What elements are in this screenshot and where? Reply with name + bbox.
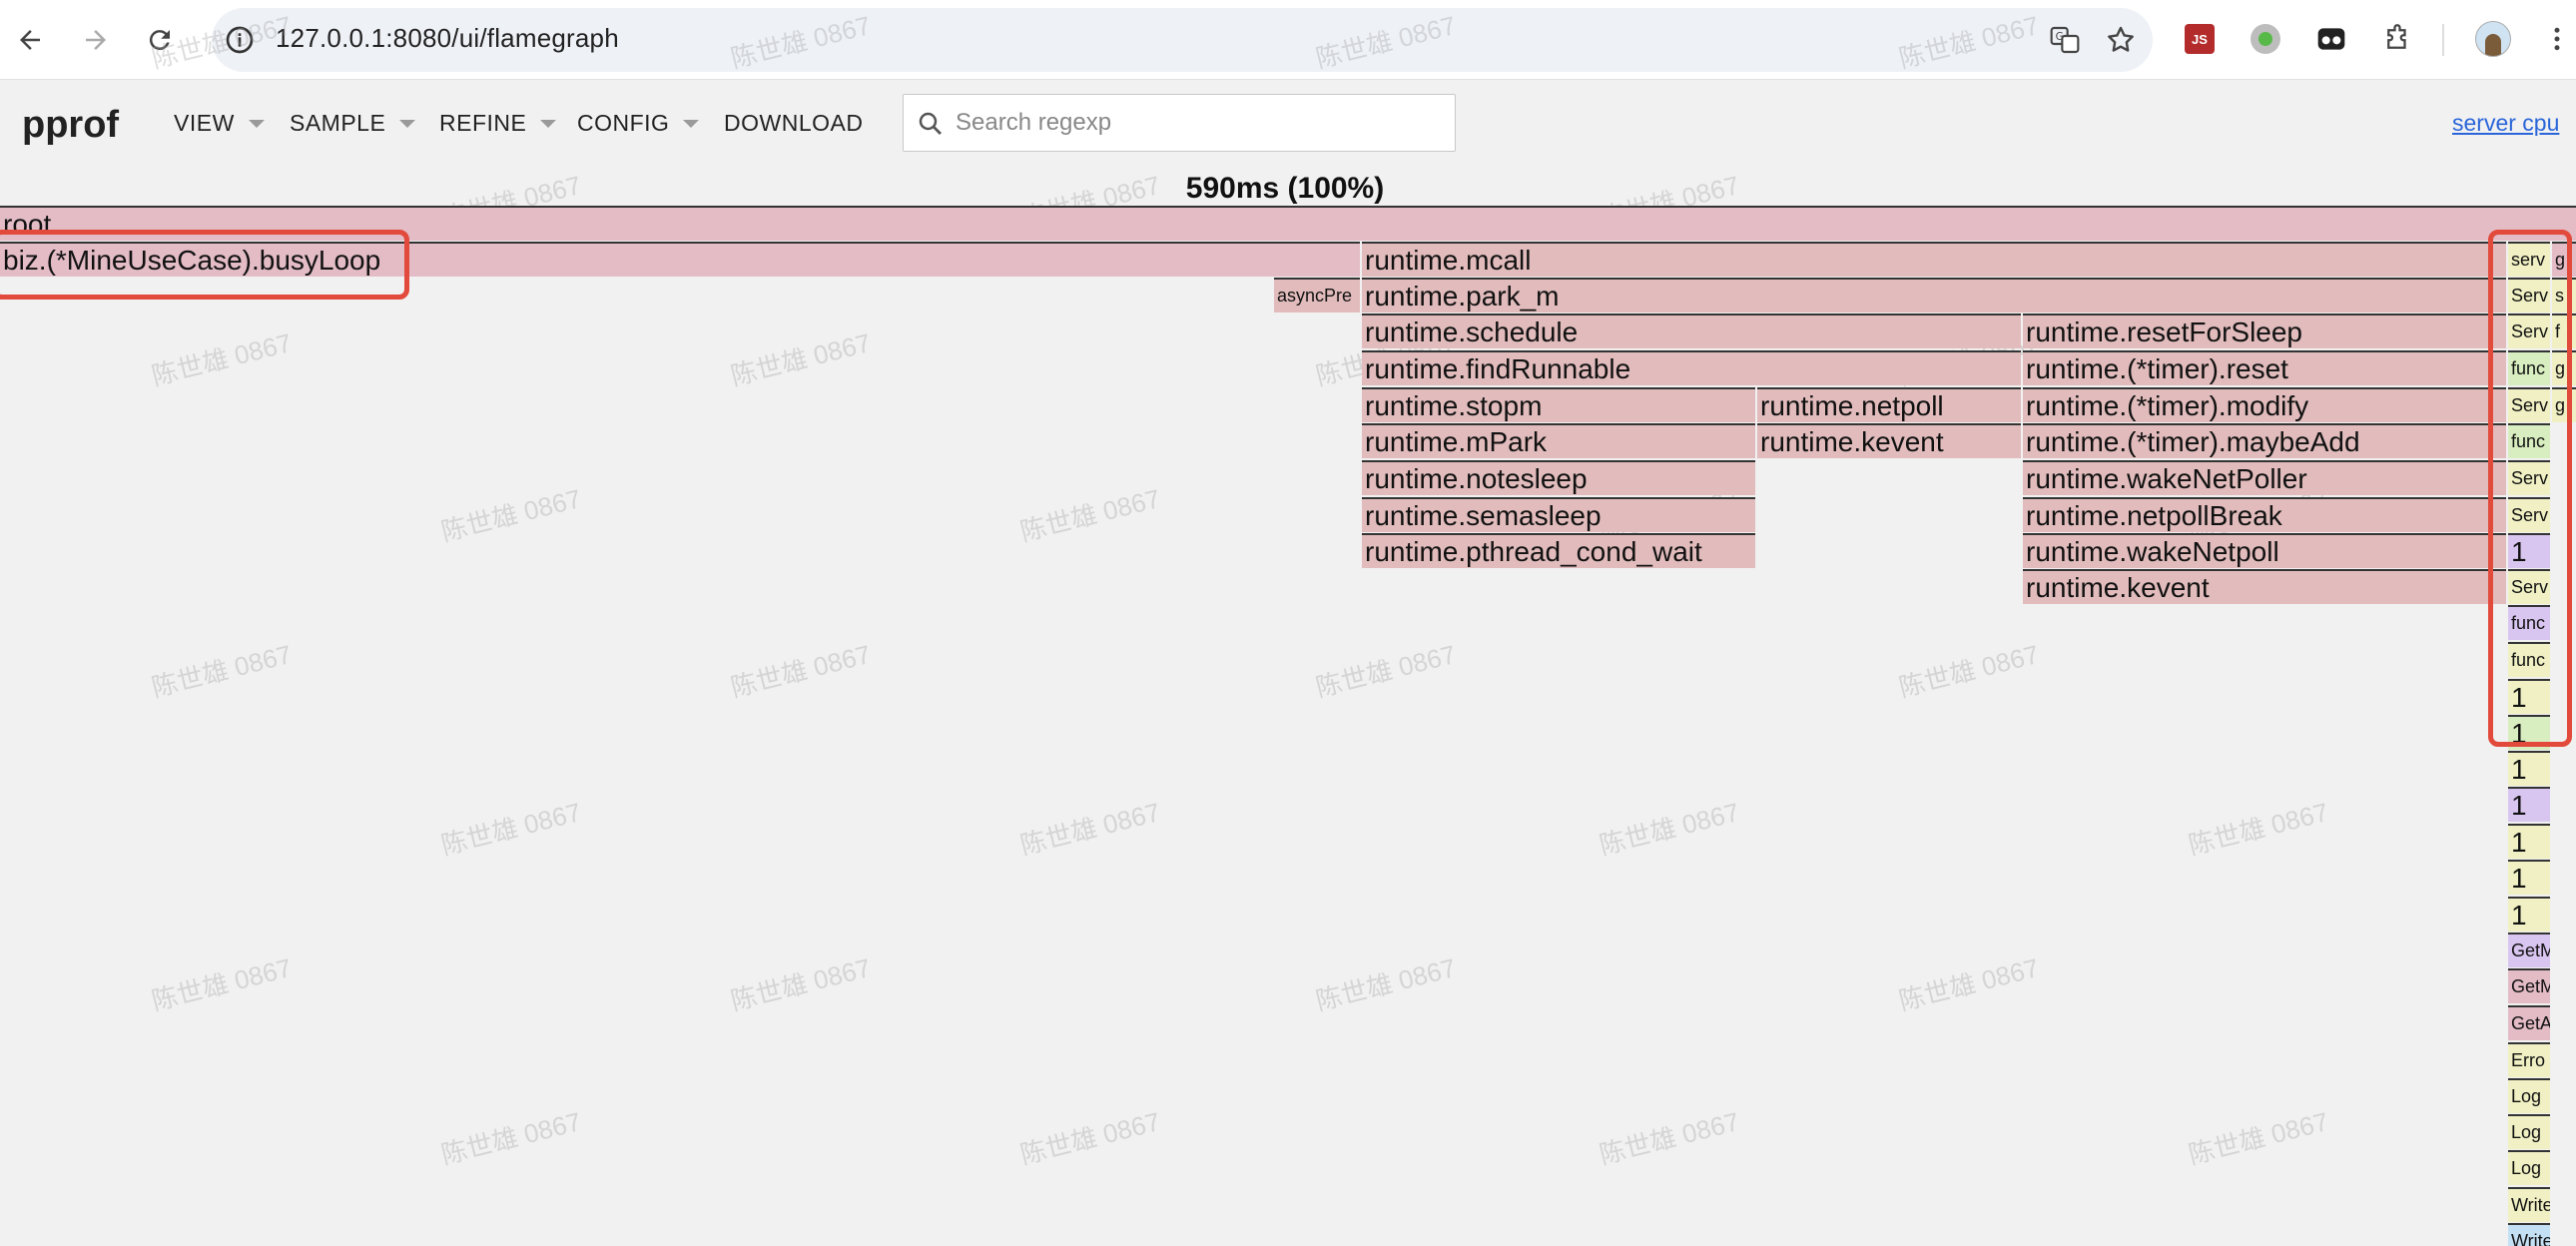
frame-narrow[interactable]: Write <box>2508 1187 2550 1222</box>
config-menu-label: CONFIG <box>577 110 670 136</box>
frame-timer-maybeadd[interactable]: runtime.(*timer).maybeAdd <box>2023 423 2506 458</box>
frame-narrow[interactable]: GetM <box>2508 933 2550 967</box>
chevron-down-icon <box>248 119 265 128</box>
view-menu-label: VIEW <box>174 110 235 136</box>
profile-avatar[interactable] <box>2474 20 2512 58</box>
url-text[interactable]: 127.0.0.1:8080/ui/flamegraph <box>276 23 619 54</box>
frame-mpark[interactable]: runtime.mPark <box>1362 423 1755 458</box>
frame-busyloop[interactable]: biz.(*MineUseCase).busyLoop <box>0 242 1360 277</box>
frame-side[interactable]: s <box>2552 278 2576 312</box>
frame-narrow[interactable]: 1 <box>2508 751 2550 786</box>
frame-narrow[interactable]: 1 <box>2508 533 2550 568</box>
frame-side[interactable]: g <box>2552 387 2576 422</box>
frame-side[interactable]: g <box>2552 242 2576 277</box>
chevron-down-icon <box>683 119 700 128</box>
frame-narrow[interactable]: Serv <box>2508 387 2550 422</box>
frame-narrow[interactable]: GetM <box>2508 968 2550 1003</box>
frame-pthread-cond-wait[interactable]: runtime.pthread_cond_wait <box>1362 533 1755 568</box>
frame-asyncpreempt[interactable]: asyncPre <box>1274 278 1360 312</box>
frame-side[interactable]: f <box>2552 313 2576 348</box>
frame-schedule[interactable]: runtime.schedule <box>1362 313 2021 348</box>
pprof-logo[interactable]: pprof <box>22 104 119 147</box>
frame-narrow[interactable]: serv <box>2508 242 2550 277</box>
frame-narrow[interactable]: Log <box>2508 1078 2550 1113</box>
frame-narrow[interactable]: 1 <box>2508 897 2550 932</box>
frame-timer-reset[interactable]: runtime.(*timer).reset <box>2023 350 2506 385</box>
frame-findrunnable[interactable]: runtime.findRunnable <box>1362 350 2021 385</box>
frame-kevent[interactable]: runtime.kevent <box>1757 423 2021 458</box>
frame-semasleep[interactable]: runtime.semasleep <box>1362 497 1755 532</box>
frame-narrow[interactable]: Serv <box>2508 278 2550 312</box>
frame-wakenetpoller[interactable]: runtime.wakeNetPoller <box>2023 460 2506 495</box>
frame-narrow[interactable]: func <box>2508 350 2550 385</box>
more-menu-icon[interactable] <box>2542 20 2572 58</box>
frame-narrow[interactable]: GetA <box>2508 1005 2550 1040</box>
frame-narrow[interactable]: func <box>2508 642 2550 677</box>
download-menu[interactable]: DOWNLOAD <box>724 110 863 137</box>
frame-narrow[interactable]: Serv <box>2508 497 2550 532</box>
config-menu[interactable]: CONFIG <box>577 110 700 137</box>
frame-notesleep[interactable]: runtime.notesleep <box>1362 460 1755 495</box>
download-menu-label: DOWNLOAD <box>724 110 864 136</box>
glasses-extension-icon[interactable] <box>2312 20 2350 58</box>
profile-name-link[interactable]: server cpu <box>2452 110 2559 137</box>
frame-narrow[interactable]: func <box>2508 605 2550 640</box>
refine-menu[interactable]: REFINE <box>439 110 557 137</box>
chevron-down-icon <box>540 119 557 128</box>
sample-menu[interactable]: SAMPLE <box>290 110 416 137</box>
frame-narrow[interactable]: 1 <box>2508 679 2550 714</box>
refine-menu-label: REFINE <box>439 110 527 136</box>
frame-mcall[interactable]: runtime.mcall <box>1362 242 2506 277</box>
extensions-puzzle-icon[interactable] <box>2378 20 2416 58</box>
back-icon[interactable] <box>8 18 52 62</box>
search-box[interactable] <box>903 94 1456 152</box>
frame-narrow[interactable]: func <box>2508 423 2550 458</box>
frame-resetforsleep[interactable]: runtime.resetForSleep <box>2023 313 2506 348</box>
view-menu[interactable]: VIEW <box>174 110 265 137</box>
chevron-down-icon <box>399 119 416 128</box>
frame-side[interactable]: g <box>2552 350 2576 385</box>
frame-timer-modify[interactable]: runtime.(*timer).modify <box>2023 387 2506 422</box>
bookmark-star-icon[interactable] <box>2105 24 2137 56</box>
total-time-label: 590ms (100%) <box>0 172 2576 206</box>
frame-netpoll[interactable]: runtime.netpoll <box>1757 387 2021 422</box>
frame-narrow[interactable]: Write <box>2508 1223 2550 1246</box>
frame-park-m[interactable]: runtime.park_m <box>1362 278 2506 312</box>
address-bar[interactable]: 127.0.0.1:8080/ui/flamegraph G <box>212 8 2153 72</box>
flame-graph: root biz.(*MineUseCase).busyLoop runtime… <box>0 206 2576 1246</box>
frame-narrow[interactable]: 1 <box>2508 860 2550 895</box>
frame-wakenetpoll[interactable]: runtime.wakeNetpoll <box>2023 533 2506 568</box>
sample-menu-label: SAMPLE <box>290 110 386 136</box>
frame-narrow[interactable]: Serv <box>2508 313 2550 348</box>
svg-text:G: G <box>2056 30 2064 43</box>
frame-root[interactable]: root <box>0 206 2576 241</box>
green-dot-extension-icon[interactable] <box>2247 20 2284 58</box>
total-time-text: 590ms (100%) <box>1185 172 1385 205</box>
forward-icon[interactable] <box>74 18 118 62</box>
browser-toolbar: 127.0.0.1:8080/ui/flamegraph G JS <box>0 0 2576 80</box>
search-input[interactable] <box>956 95 1445 151</box>
js-extension-label: JS <box>2185 24 2215 54</box>
frame-netpollbreak[interactable]: runtime.netpollBreak <box>2023 497 2506 532</box>
reload-icon[interactable] <box>138 18 182 62</box>
search-icon <box>919 112 942 135</box>
frame-narrow[interactable]: Log <box>2508 1150 2550 1185</box>
frame-narrow[interactable]: Serv <box>2508 569 2550 604</box>
frame-narrow[interactable]: 1 <box>2508 824 2550 859</box>
frame-narrow[interactable]: Erro <box>2508 1042 2550 1077</box>
frame-kevent-2[interactable]: runtime.kevent <box>2023 569 2506 604</box>
site-info-icon[interactable] <box>224 24 256 56</box>
translate-icon[interactable]: G <box>2049 24 2081 56</box>
frame-narrow[interactable]: Log <box>2508 1114 2550 1149</box>
frame-narrow[interactable]: 1 <box>2508 715 2550 750</box>
frame-narrow[interactable]: Serv <box>2508 460 2550 495</box>
js-extension-icon[interactable]: JS <box>2181 20 2219 58</box>
frame-narrow[interactable]: 1 <box>2508 787 2550 822</box>
frame-stopm[interactable]: runtime.stopm <box>1362 387 1755 422</box>
